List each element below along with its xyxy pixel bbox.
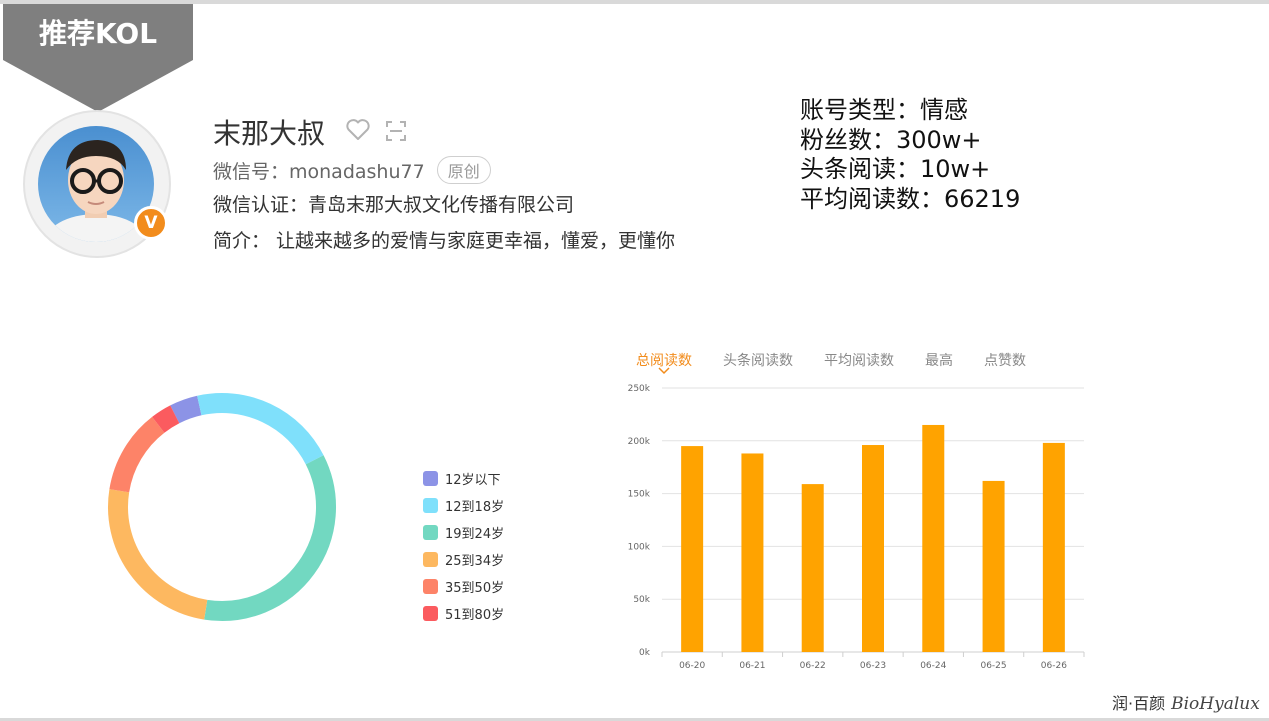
bar-06-25[interactable] (982, 480, 1005, 652)
verified-badge: V (134, 206, 168, 240)
x-tick-label: 06-23 (860, 661, 886, 671)
legend-item-19-24[interactable]: 19到24岁 (423, 519, 504, 546)
y-tick-label: 100k (628, 542, 651, 552)
donut-slice-0[interactable] (170, 395, 202, 424)
average-reads: 平均阅读数：66219 (800, 184, 1021, 213)
y-tick-label: 200k (628, 437, 651, 447)
x-tick-label: 06-20 (679, 661, 705, 671)
bar-06-20[interactable] (681, 446, 704, 652)
legend-swatch (423, 525, 438, 540)
tab-highest[interactable]: 最高 (925, 350, 953, 370)
legend-label: 51到80岁 (445, 608, 505, 623)
brand-latin: BioHyalux (1171, 694, 1260, 714)
legend-swatch (423, 552, 438, 567)
donut-slice-1[interactable] (197, 393, 324, 465)
tab-total-reads[interactable]: 总阅读数 (636, 350, 692, 375)
legend-label: 12到18岁 (445, 500, 505, 515)
tab-label: 点赞数 (984, 353, 1026, 369)
donut-slice-3[interactable] (108, 489, 208, 620)
scan-icon[interactable] (386, 121, 406, 141)
tab-average-reads[interactable]: 平均阅读数 (824, 350, 894, 370)
y-tick-label: 50k (633, 595, 650, 605)
legend-item-12-18[interactable]: 12到18岁 (423, 492, 504, 519)
brand-logo: 润·百颜 BioHyalux (1112, 690, 1260, 714)
account-intro: 简介： 让越来越多的爱情与家庭更幸福，懂爱，更懂你 (213, 230, 676, 252)
legend-label: 35到50岁 (445, 581, 505, 596)
metric-tabs: 总阅读数 头条阅读数 平均阅读数 最高 点赞数 (636, 350, 1057, 375)
legend-swatch (423, 498, 438, 513)
x-tick-label: 06-21 (739, 661, 765, 671)
chevron-down-icon (658, 367, 670, 375)
brand-name: 润·百颜 (1112, 694, 1166, 713)
legend-item-35-50[interactable]: 35到50岁 (423, 573, 504, 600)
tab-label: 最高 (925, 353, 953, 369)
donut-slice-4[interactable] (109, 416, 165, 493)
tab-label: 头条阅读数 (723, 353, 793, 369)
account-name: 末那大叔 (213, 117, 326, 150)
bar-06-24[interactable] (922, 424, 945, 652)
x-tick-label: 06-26 (1041, 661, 1067, 671)
account-stats: 账号类型：情感 粉丝数：300w+ 头条阅读：10w+ 平均阅读数：66219 (800, 96, 1020, 214)
y-tick-label: 150k (628, 490, 651, 500)
legend-label: 12岁以下 (445, 473, 501, 488)
y-tick-label: 0k (639, 648, 651, 658)
legend-swatch (423, 606, 438, 621)
reads-bar-chart: 0k 50k 100k 150k 200k 250k 06-20 06-21 06-22 06-2… (628, 384, 1085, 671)
legend-item-51-80[interactable]: 51到80岁 (423, 600, 504, 627)
age-distribution-donut (108, 393, 336, 621)
legend-item-25-34[interactable]: 25到34岁 (423, 546, 504, 573)
x-tick-label: 06-24 (920, 661, 946, 671)
y-tick-label: 250k (628, 384, 651, 394)
tab-headline-reads[interactable]: 头条阅读数 (723, 350, 793, 370)
bar-06-21[interactable] (741, 453, 764, 652)
age-legend: 12岁以下 12到18岁 19到24岁 25到34岁 35到50岁 51到80岁 (423, 465, 504, 627)
legend-item-under-12[interactable]: 12岁以下 (423, 465, 504, 492)
wechat-id: 微信号：monadashu77 (213, 160, 425, 183)
bar-06-22[interactable] (801, 484, 824, 652)
bar-06-23[interactable] (862, 445, 884, 652)
original-badge: 原创 (436, 156, 491, 184)
x-tick-label: 06-25 (980, 661, 1006, 671)
legend-label: 19到24岁 (445, 527, 505, 542)
legend-label: 25到34岁 (445, 554, 505, 569)
headline-reads: 头条阅读：10w+ (800, 155, 991, 183)
followers-count: 粉丝数：300w+ (800, 125, 982, 154)
tab-likes[interactable]: 点赞数 (984, 350, 1026, 370)
legend-swatch (423, 471, 438, 486)
donut-slice-2[interactable] (204, 455, 336, 621)
wechat-id-row: 微信号：monadashu77 原创 (213, 156, 491, 184)
tag-arrow (3, 60, 193, 112)
donut-slice-5[interactable] (152, 405, 180, 433)
wechat-certification: 微信认证：青岛末那大叔文化传播有限公司 (213, 194, 575, 216)
x-tick-label: 06-22 (800, 661, 826, 671)
legend-swatch (423, 579, 438, 594)
bar-06-26[interactable] (1042, 442, 1065, 652)
account-type: 账号类型：情感 (800, 96, 968, 124)
recommended-kol-tag: 推荐KOL (3, 4, 193, 60)
heart-icon[interactable] (345, 118, 371, 142)
tab-label: 平均阅读数 (824, 353, 894, 369)
